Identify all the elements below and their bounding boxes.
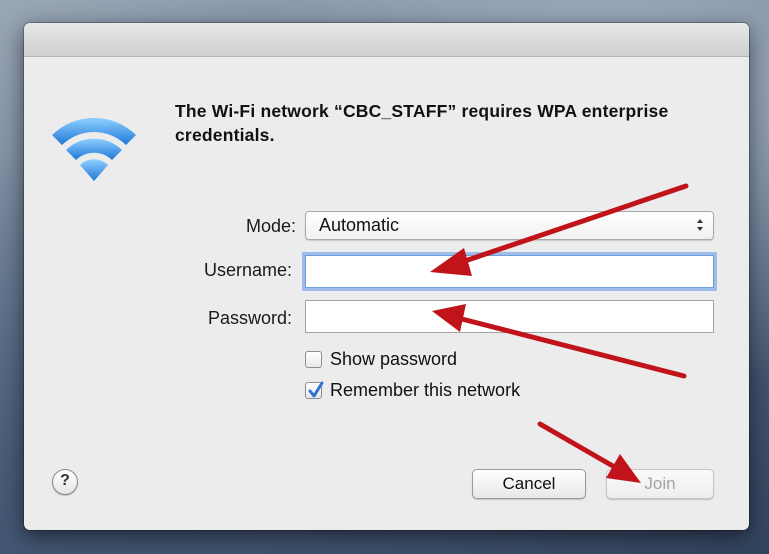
username-field[interactable]	[305, 255, 714, 288]
question-mark-icon: ?	[60, 472, 70, 489]
mode-popup[interactable]: Automatic	[305, 211, 714, 240]
checkmark-icon	[308, 381, 324, 397]
password-label: Password:	[207, 308, 292, 328]
dialog-message: The Wi-Fi network “CBC_STAFF” requires W…	[175, 101, 669, 145]
mode-label: Mode:	[245, 216, 296, 236]
wifi-credentials-dialog: The Wi-Fi network “CBC_STAFF” requires W…	[24, 23, 749, 530]
join-button[interactable]: Join	[606, 469, 714, 499]
password-field[interactable]	[305, 300, 714, 333]
remember-network-label: Remember this network	[330, 379, 521, 400]
show-password-checkbox[interactable]	[305, 350, 322, 368]
username-label: Username:	[203, 260, 292, 280]
help-button[interactable]: ?	[52, 469, 78, 495]
cancel-button[interactable]: Cancel	[472, 469, 586, 499]
remember-network-checkbox[interactable]	[305, 381, 324, 399]
remember-network-option[interactable]: Remember this network	[305, 379, 520, 401]
show-password-option[interactable]: Show password	[305, 348, 457, 370]
popup-arrows-icon	[696, 216, 704, 234]
password-input[interactable]	[306, 301, 713, 332]
dialog-titlebar	[24, 23, 749, 57]
mode-value: Automatic	[319, 215, 400, 235]
show-password-label: Show password	[330, 348, 458, 369]
username-input[interactable]	[306, 256, 713, 287]
wifi-icon	[44, 95, 144, 195]
